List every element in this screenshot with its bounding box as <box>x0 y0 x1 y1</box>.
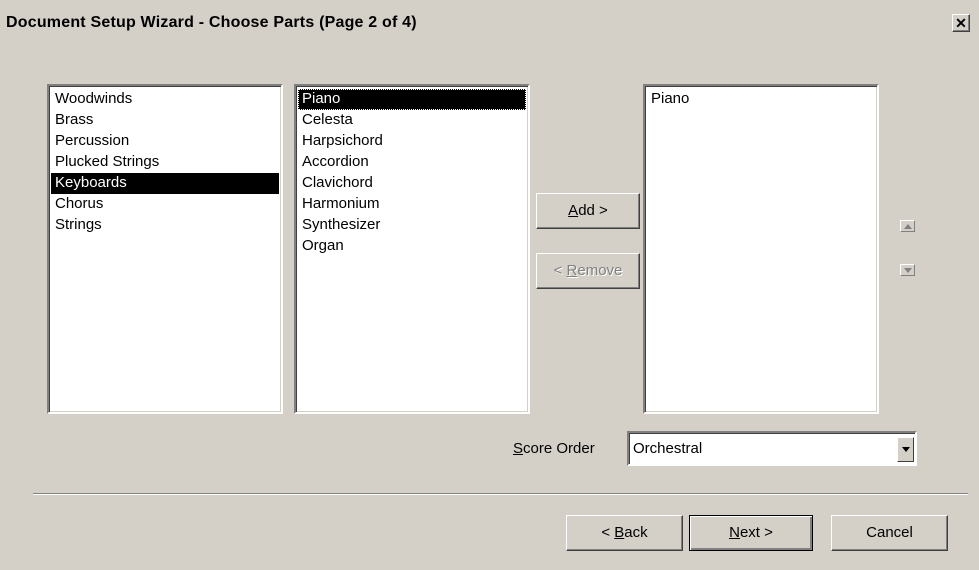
list-item-family[interactable]: Percussion <box>51 131 279 152</box>
move-down-button[interactable] <box>900 264 915 276</box>
remove-label: emove <box>577 262 623 279</box>
remove-mnemonic: R <box>566 262 578 279</box>
score-order-value: Orchestral <box>633 440 703 457</box>
dropdown-button[interactable] <box>897 437 914 462</box>
window-title: Document Setup Wizard - Choose Parts (Pa… <box>6 14 417 31</box>
list-item-family[interactable]: Strings <box>51 215 279 236</box>
chevron-down-icon <box>902 447 910 452</box>
list-item-family[interactable]: Plucked Strings <box>51 152 279 173</box>
back-button[interactable]: < Back <box>566 515 683 551</box>
remove-prefix: < <box>553 262 567 279</box>
triangle-down-icon <box>904 268 912 273</box>
add-button[interactable]: Add > <box>536 193 640 229</box>
cancel-button[interactable]: Cancel <box>831 515 948 551</box>
score-order-dropdown[interactable]: Orchestral <box>627 431 917 466</box>
selected-parts-list[interactable]: Piano <box>643 84 879 414</box>
score-order-mnemonic: S <box>513 440 524 457</box>
list-item-instrument[interactable]: Clavichord <box>298 173 526 194</box>
remove-button[interactable]: < Remove <box>536 253 640 289</box>
add-label: dd > <box>578 202 608 219</box>
move-up-button[interactable] <box>900 220 915 232</box>
back-prefix: < <box>601 524 615 541</box>
list-item-family[interactable]: Brass <box>51 110 279 131</box>
list-item-instrument[interactable]: Piano <box>298 89 526 110</box>
back-label: ack <box>624 524 648 541</box>
list-item-family[interactable]: Chorus <box>51 194 279 215</box>
back-mnemonic: B <box>614 524 625 541</box>
next-label: ext > <box>739 524 773 541</box>
close-icon: ✕ <box>955 15 967 31</box>
list-item-instrument[interactable]: Organ <box>298 236 526 257</box>
list-item-instrument[interactable]: Harpsichord <box>298 131 526 152</box>
triangle-up-icon <box>904 224 912 229</box>
list-item-instrument[interactable]: Celesta <box>298 110 526 131</box>
score-order-label: Score Order <box>513 440 595 457</box>
next-button[interactable]: Next > <box>689 515 813 551</box>
next-mnemonic: N <box>729 524 740 541</box>
instrument-family-list[interactable]: Woodwinds Brass Percussion Plucked Strings K… <box>47 84 283 414</box>
instrument-list[interactable]: Piano Celesta Harpsichord Accordion Clavicho… <box>294 84 530 414</box>
list-item-selected-part[interactable]: Piano <box>647 89 875 110</box>
list-item-instrument[interactable]: Harmonium <box>298 194 526 215</box>
cancel-label: Cancel <box>866 524 913 541</box>
separator <box>33 493 968 495</box>
close-button[interactable]: ✕ <box>952 14 970 32</box>
list-item-instrument[interactable]: Synthesizer <box>298 215 526 236</box>
list-item-family[interactable]: Keyboards <box>51 173 279 194</box>
add-mnemonic: A <box>568 202 579 219</box>
title-bar: Document Setup Wizard - Choose Parts (Pa… <box>0 0 979 42</box>
score-order-label-text: core Order <box>523 440 595 457</box>
list-item-family[interactable]: Woodwinds <box>51 89 279 110</box>
list-item-instrument[interactable]: Accordion <box>298 152 526 173</box>
